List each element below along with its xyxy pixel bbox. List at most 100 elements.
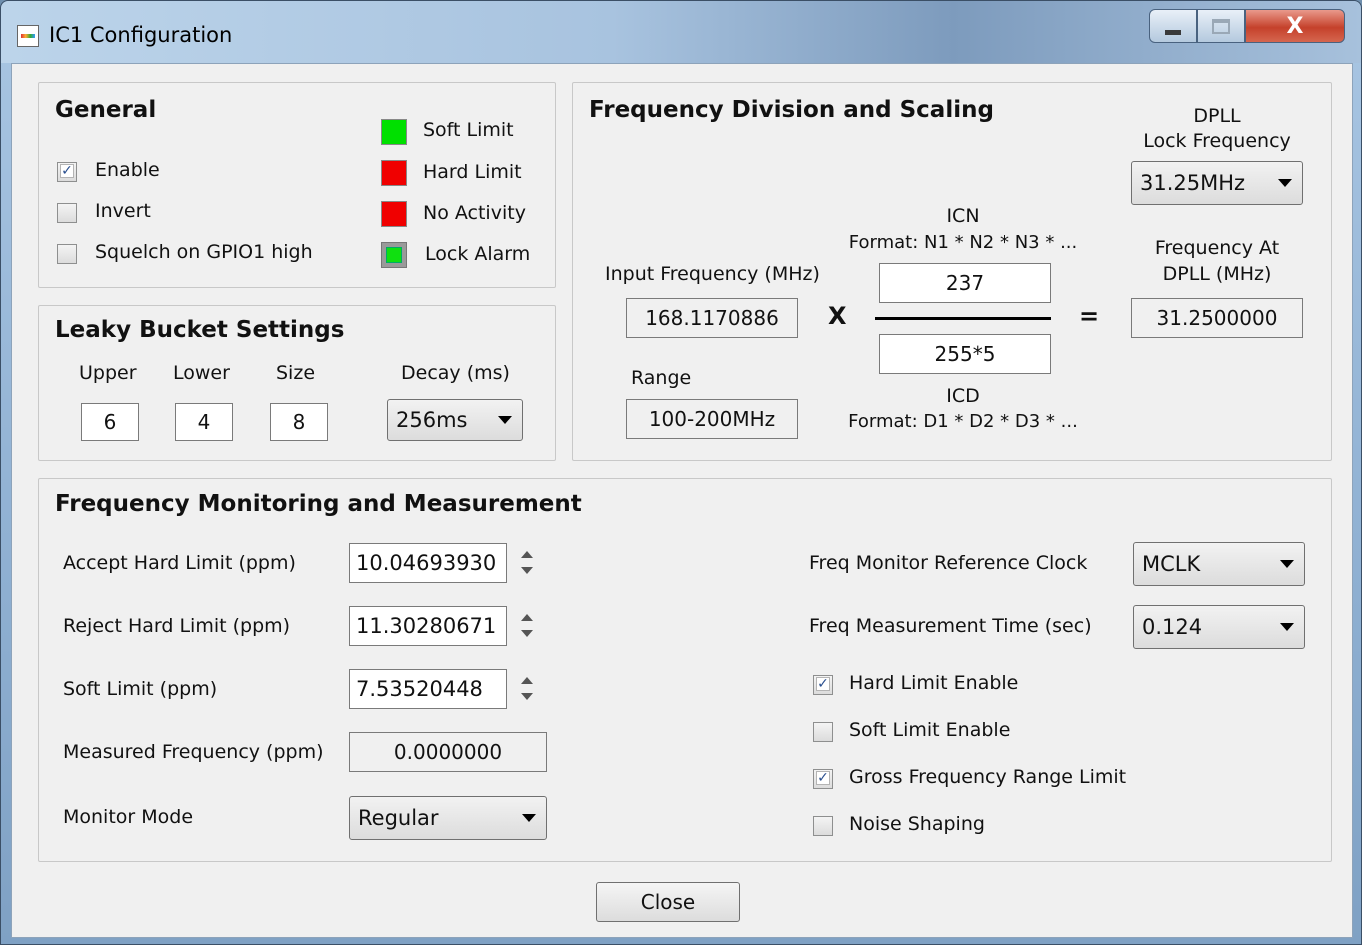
freq-monitoring-group: Frequency Monitoring and Measurement Acc… <box>38 478 1332 862</box>
accept-hard-limit-label: Accept Hard Limit (ppm) <box>63 552 296 574</box>
chevron-down-icon <box>522 814 536 822</box>
freq-at-dpll-label-line1: Frequency At <box>1154 237 1280 259</box>
measured-frequency-value: 0.0000000 <box>349 732 547 772</box>
icn-input[interactable]: 237 <box>879 263 1051 303</box>
soft-limit-enable-checkbox[interactable] <box>813 722 833 742</box>
general-title: General <box>55 97 157 123</box>
window-close-button[interactable]: X <box>1245 9 1345 43</box>
no-activity-indicator <box>381 201 407 227</box>
ref-clock-select[interactable]: MCLK <box>1133 542 1305 586</box>
soft-limit-indicator-label: Soft Limit <box>423 119 514 141</box>
monitor-mode-select[interactable]: Regular <box>349 796 547 840</box>
chevron-down-icon <box>1280 623 1294 631</box>
input-frequency-label: Input Frequency (MHz) <box>605 263 820 285</box>
lower-label: Lower <box>173 362 230 384</box>
reject-hard-limit-label: Reject Hard Limit (ppm) <box>63 615 291 637</box>
spin-down-icon <box>521 693 533 700</box>
size-input[interactable]: 8 <box>270 403 328 441</box>
equals-symbol: = <box>1079 302 1100 330</box>
spin-up-icon <box>521 677 533 684</box>
hard-limit-indicator <box>381 160 407 186</box>
monitor-mode-value: Regular <box>358 806 439 830</box>
dpll-label-line1: DPLL <box>1193 105 1241 127</box>
accept-hard-limit-input[interactable]: 10.04693930 <box>349 543 507 583</box>
decay-label: Decay (ms) <box>401 362 510 384</box>
leaky-bucket-group: Leaky Bucket Settings Upper Lower Size D… <box>38 305 556 461</box>
multiply-symbol: X <box>828 302 847 330</box>
gross-frequency-range-limit-checkbox[interactable]: ✓ <box>813 769 833 789</box>
no-activity-indicator-label: No Activity <box>423 202 526 224</box>
dpll-lock-frequency-value: 31.25MHz <box>1140 171 1246 195</box>
minimize-icon <box>1165 29 1181 35</box>
title-bar[interactable]: IC1 Configuration X <box>1 1 1361 63</box>
close-button[interactable]: Close <box>596 882 740 922</box>
leaky-bucket-title: Leaky Bucket Settings <box>55 317 345 343</box>
maximize-button[interactable] <box>1197 9 1245 43</box>
squelch-label: Squelch on GPIO1 high <box>95 241 313 263</box>
soft-limit-label: Soft Limit (ppm) <box>63 678 218 700</box>
squelch-checkbox[interactable] <box>57 244 77 264</box>
freq-at-dpll-label-line2: DPLL (MHz) <box>1162 263 1272 285</box>
reject-hard-limit-input[interactable]: 11.30280671 <box>349 606 507 646</box>
hard-limit-enable-label: Hard Limit Enable <box>849 672 1019 694</box>
freq-division-group: Frequency Division and Scaling DPLL Lock… <box>572 82 1332 461</box>
close-icon: X <box>1286 13 1304 39</box>
noise-shaping-checkbox[interactable] <box>813 816 833 836</box>
hard-limit-enable-checkbox[interactable]: ✓ <box>813 675 833 695</box>
lower-input[interactable]: 4 <box>175 403 233 441</box>
icn-format-label: Format: N1 * N2 * N3 * ... <box>848 232 1078 253</box>
monitor-mode-label: Monitor Mode <box>63 806 194 828</box>
spin-up-icon <box>521 614 533 621</box>
measurement-time-label: Freq Measurement Time (sec) <box>809 615 1092 637</box>
measurement-time-value: 0.124 <box>1142 615 1203 639</box>
reject-hard-limit-spinner[interactable] <box>515 606 539 646</box>
window-title: IC1 Configuration <box>49 23 233 47</box>
hard-limit-indicator-label: Hard Limit <box>423 161 522 183</box>
size-label: Size <box>276 362 316 384</box>
spin-down-icon <box>521 567 533 574</box>
soft-limit-input[interactable]: 7.53520448 <box>349 669 507 709</box>
icd-input[interactable]: 255*5 <box>879 334 1051 374</box>
range-label: Range <box>631 367 692 389</box>
dialog-window: IC1 Configuration X General ✓ Enable Inv… <box>0 0 1362 945</box>
decay-select[interactable]: 256ms <box>387 399 523 441</box>
invert-checkbox[interactable] <box>57 203 77 223</box>
decay-select-value: 256ms <box>396 408 468 432</box>
minimize-button[interactable] <box>1149 9 1197 43</box>
ref-clock-label: Freq Monitor Reference Clock <box>809 552 1088 574</box>
dpll-lock-frequency-select[interactable]: 31.25MHz <box>1131 161 1303 205</box>
check-mark-icon: ✓ <box>60 163 74 179</box>
invert-label: Invert <box>95 200 151 222</box>
check-mark-icon: ✓ <box>816 676 830 692</box>
icd-format-label: Format: D1 * D2 * D3 * ... <box>848 411 1078 432</box>
dialog-client-area: General ✓ Enable Invert Squelch on GPIO1… <box>11 63 1353 938</box>
maximize-icon <box>1212 18 1230 34</box>
spin-up-icon <box>521 551 533 558</box>
ref-clock-value: MCLK <box>1142 552 1201 576</box>
check-mark-icon: ✓ <box>816 770 830 786</box>
soft-limit-indicator <box>381 119 407 145</box>
enable-checkbox[interactable]: ✓ <box>57 162 77 182</box>
chevron-down-icon <box>498 416 512 424</box>
chevron-down-icon <box>1278 179 1292 187</box>
general-group: General ✓ Enable Invert Squelch on GPIO1… <box>38 82 556 288</box>
soft-limit-spinner[interactable] <box>515 669 539 709</box>
noise-shaping-label: Noise Shaping <box>849 813 985 835</box>
chevron-down-icon <box>1280 560 1294 568</box>
spin-down-icon <box>521 630 533 637</box>
freq-monitoring-title: Frequency Monitoring and Measurement <box>55 491 582 517</box>
dpll-label-line2: Lock Frequency <box>1143 130 1291 152</box>
lock-alarm-indicator-label: Lock Alarm <box>425 243 531 265</box>
upper-label: Upper <box>79 362 137 384</box>
measurement-time-select[interactable]: 0.124 <box>1133 605 1305 649</box>
soft-limit-enable-label: Soft Limit Enable <box>849 719 1011 741</box>
accept-hard-limit-spinner[interactable] <box>515 543 539 583</box>
gross-frequency-range-limit-label: Gross Frequency Range Limit <box>849 766 1127 788</box>
range-value: 100-200MHz <box>626 399 798 439</box>
lock-alarm-indicator <box>381 242 407 268</box>
measured-frequency-label: Measured Frequency (ppm) <box>63 741 324 763</box>
upper-input[interactable]: 6 <box>81 403 139 441</box>
freq-division-title: Frequency Division and Scaling <box>589 97 994 123</box>
enable-label: Enable <box>95 159 160 181</box>
icd-label: ICD <box>946 385 980 407</box>
